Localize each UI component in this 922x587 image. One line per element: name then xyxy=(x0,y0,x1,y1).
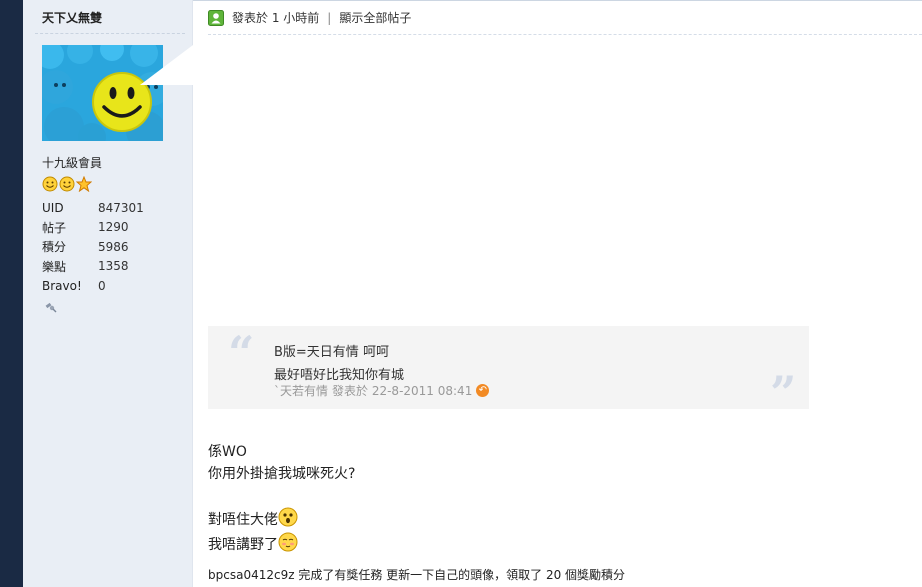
smiley-rank-icon xyxy=(59,176,75,192)
post-text-line-with-emoji: 我唔講野了 xyxy=(208,532,298,554)
stat-label: UID xyxy=(42,200,64,215)
quote-posted-at: 發表於 22-8-2011 08:41 xyxy=(332,384,473,398)
task-notice: bpcsa0412c9z 完成了有獎任務 更新一下自己的頭像，領取了 20 個獎… xyxy=(208,568,626,582)
stat-row-lepoints: 樂點 1358 xyxy=(42,257,144,277)
stat-row-uid: UID 847301 xyxy=(42,198,144,218)
open-quote-icon: “ xyxy=(228,326,255,380)
panel-divider xyxy=(35,33,185,34)
user-stats: UID 847301 帖子 1290 積分 5986 樂點 1358 Bravo… xyxy=(42,198,144,296)
show-all-posts-link[interactable]: 顯示全部帖子 xyxy=(339,9,411,26)
post-header: 發表於 1 小時前 | 顯示全部帖子 xyxy=(208,9,411,26)
quote-block: “ B版=天日有情 呵呵 最好唔好比我知你有城 `天若有情 發表於 22-8-2… xyxy=(208,326,809,416)
stat-row-bravo: Bravo! 0 xyxy=(42,276,144,296)
stat-value: 5986 xyxy=(98,239,129,254)
stat-label: Bravo! xyxy=(42,278,82,293)
close-quote-icon: ” xyxy=(770,366,797,420)
posted-time: 發表於 1 小時前 xyxy=(232,11,320,25)
stat-value: 0 xyxy=(98,278,106,293)
stat-label: 帖子 xyxy=(42,220,67,235)
stat-value: 1358 xyxy=(98,259,129,274)
satellite-icon[interactable] xyxy=(44,299,58,316)
post-text-line: 係WO xyxy=(208,444,247,460)
stat-value: 847301 xyxy=(98,200,144,215)
star-rank-icon xyxy=(76,176,92,192)
header-divider xyxy=(208,34,922,35)
quote-text-line: B版=天日有情 呵呵 xyxy=(274,345,389,360)
post-text-line-with-emoji: 對唔住大佬 xyxy=(208,507,298,529)
quote-meta: `天若有情 發表於 22-8-2011 08:41 ↶ xyxy=(274,382,490,399)
jump-back-icon[interactable]: ↶ xyxy=(476,384,490,397)
post-text: 對唔住大佬 xyxy=(208,512,278,528)
stat-value[interactable]: 1290 xyxy=(98,220,129,234)
rank-icons xyxy=(42,176,92,192)
avatar-smiley-image xyxy=(42,45,163,141)
smiley-rank-icon xyxy=(42,176,58,192)
quote-author: `天若有情 xyxy=(274,384,329,398)
user-rank: 十九級會員 xyxy=(42,156,103,170)
user-info-panel: 天下乂無雙 十九級會員 UID 847301 帖子 1290 積分 5986 樂… xyxy=(23,0,193,587)
surprised-emoji-icon xyxy=(278,507,298,527)
top-border xyxy=(193,0,922,1)
post-text-line: 你用外掛搶我城咪死火? xyxy=(208,466,356,482)
user-post-icon xyxy=(208,9,224,26)
left-edge-bar xyxy=(0,0,23,587)
header-separator: | xyxy=(327,10,332,25)
quote-text-line: 最好唔好比我知你有城 xyxy=(274,368,405,383)
shy-emoji-icon xyxy=(278,532,298,552)
stat-row-posts: 帖子 1290 xyxy=(42,218,144,238)
post-text: 我唔講野了 xyxy=(208,537,278,553)
stat-row-points: 積分 5986 xyxy=(42,237,144,257)
stat-label: 樂點 xyxy=(42,259,67,274)
username-link[interactable]: 天下乂無雙 xyxy=(42,9,102,26)
stat-label: 積分 xyxy=(42,240,67,255)
avatar[interactable] xyxy=(42,45,163,141)
satellite-icon-svg xyxy=(45,302,57,313)
